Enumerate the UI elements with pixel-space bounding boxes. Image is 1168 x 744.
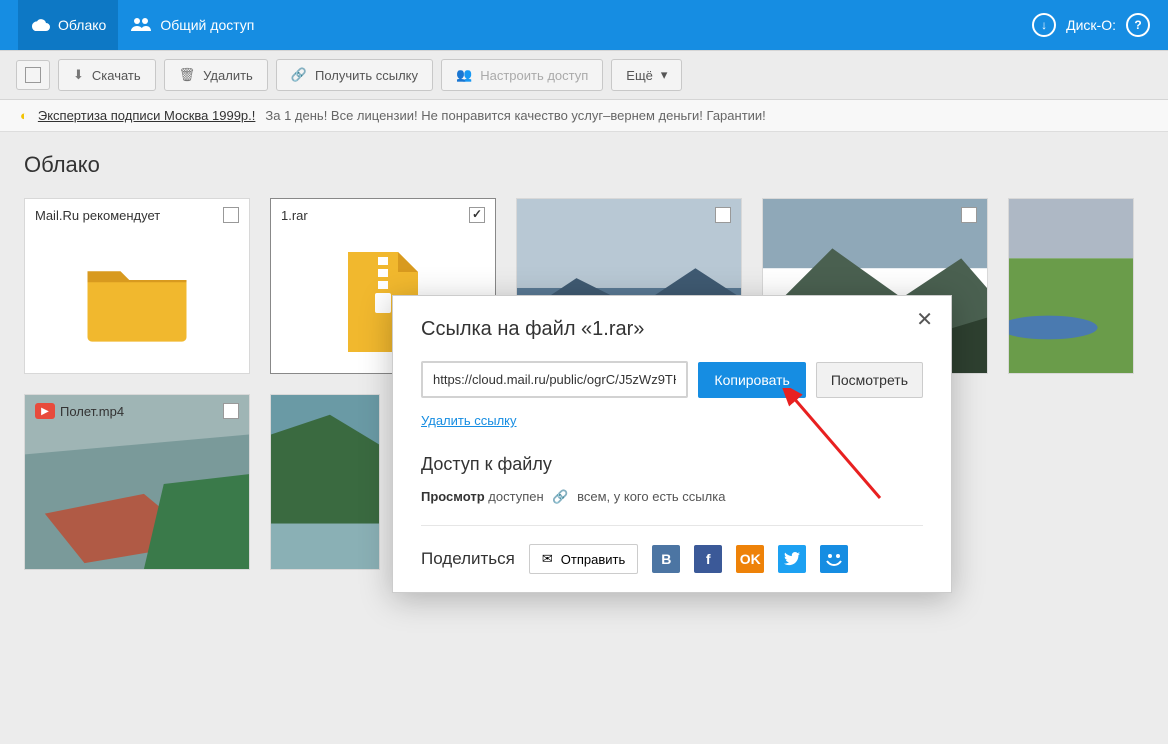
access-line: Просмотр доступен 🔗 всем, у кого есть сс…: [421, 489, 923, 505]
file-name: Mail.Ru рекомендует: [35, 208, 160, 223]
chevron-down-icon: ▾: [661, 67, 668, 83]
share-moimir-button[interactable]: [820, 545, 848, 573]
delete-link[interactable]: Удалить ссылку: [421, 413, 517, 428]
file-name: 1.rar: [281, 208, 308, 223]
file-checkbox[interactable]: [715, 207, 731, 223]
more-button[interactable]: Ещё ▾: [611, 59, 682, 91]
image-thumbnail: [1009, 199, 1133, 373]
cloud-icon: [30, 16, 50, 35]
share-facebook-button[interactable]: f: [694, 545, 722, 573]
breadcrumb: Облако: [0, 132, 1168, 188]
file-card-video[interactable]: ▶ Полет.mp4: [24, 394, 250, 570]
help-icon[interactable]: ?: [1126, 13, 1150, 37]
disk-o-icon: ↓: [1032, 13, 1056, 37]
ad-bullet-icon: ◐: [20, 108, 28, 123]
trash-icon: 🗑: [179, 67, 196, 83]
share-url-input[interactable]: [421, 361, 688, 398]
nav-tab-shared[interactable]: Общий доступ: [118, 0, 266, 50]
mail-icon: ✉: [542, 551, 553, 567]
set-access-button[interactable]: 👥 Настроить доступ: [441, 59, 603, 91]
share-twitter-button[interactable]: [778, 545, 806, 573]
share-ok-button[interactable]: OK: [736, 545, 764, 573]
file-checkbox[interactable]: [223, 403, 239, 419]
ad-link[interactable]: Экспертиза подписи Москва 1999р.!: [38, 108, 256, 123]
top-nav: Облако Общий доступ ↓ Диск-О: ?: [0, 0, 1168, 50]
share-link-modal: ✕ Ссылка на файл «1.rar» Копировать Посм…: [392, 295, 952, 593]
delete-button[interactable]: 🗑 Удалить: [164, 59, 268, 91]
file-checkbox[interactable]: [961, 207, 977, 223]
nav-tab-shared-label: Общий доступ: [160, 17, 254, 33]
nav-tab-cloud-label: Облако: [58, 17, 106, 33]
ad-bar: ◐ Экспертиза подписи Москва 1999р.! За 1…: [0, 100, 1168, 132]
share-label: Поделиться: [421, 549, 515, 569]
video-badge-icon: ▶: [35, 403, 55, 419]
file-card-folder[interactable]: Mail.Ru рекомендует: [24, 198, 250, 374]
file-checkbox[interactable]: [223, 207, 239, 223]
view-button[interactable]: Посмотреть: [816, 362, 923, 398]
file-checkbox[interactable]: [469, 207, 485, 223]
people-icon: 👥: [456, 67, 472, 83]
image-thumbnail: [271, 395, 379, 569]
download-icon: ⬇: [73, 67, 84, 83]
get-link-button[interactable]: 🔗 Получить ссылку: [276, 59, 433, 91]
close-button[interactable]: ✕: [910, 306, 939, 333]
file-card-image[interactable]: [1008, 198, 1134, 374]
people-icon: [130, 16, 152, 35]
share-bar: Поделиться ✉ Отправить B f OK: [393, 526, 951, 592]
disk-o-label[interactable]: Диск-О:: [1066, 17, 1116, 33]
access-header: Доступ к файлу: [421, 454, 923, 475]
ad-text: За 1 день! Все лицензии! Не понравится к…: [265, 108, 765, 123]
modal-title: Ссылка на файл «1.rar»: [421, 318, 923, 341]
link-icon: 🔗: [291, 67, 307, 83]
select-all-checkbox[interactable]: [16, 60, 50, 90]
send-email-button[interactable]: ✉ Отправить: [529, 544, 638, 574]
file-name: Полет.mp4: [60, 404, 124, 419]
download-button[interactable]: ⬇ Скачать: [58, 59, 156, 91]
share-vk-button[interactable]: B: [652, 545, 680, 573]
copy-button[interactable]: Копировать: [698, 362, 805, 398]
file-card-image[interactable]: [270, 394, 380, 570]
link-icon: 🔗: [552, 489, 568, 504]
toolbar: ⬇ Скачать 🗑 Удалить 🔗 Получить ссылку 👥 …: [0, 50, 1168, 100]
nav-tab-cloud[interactable]: Облако: [18, 0, 118, 50]
folder-icon: [82, 257, 192, 347]
video-thumbnail: [25, 395, 249, 569]
